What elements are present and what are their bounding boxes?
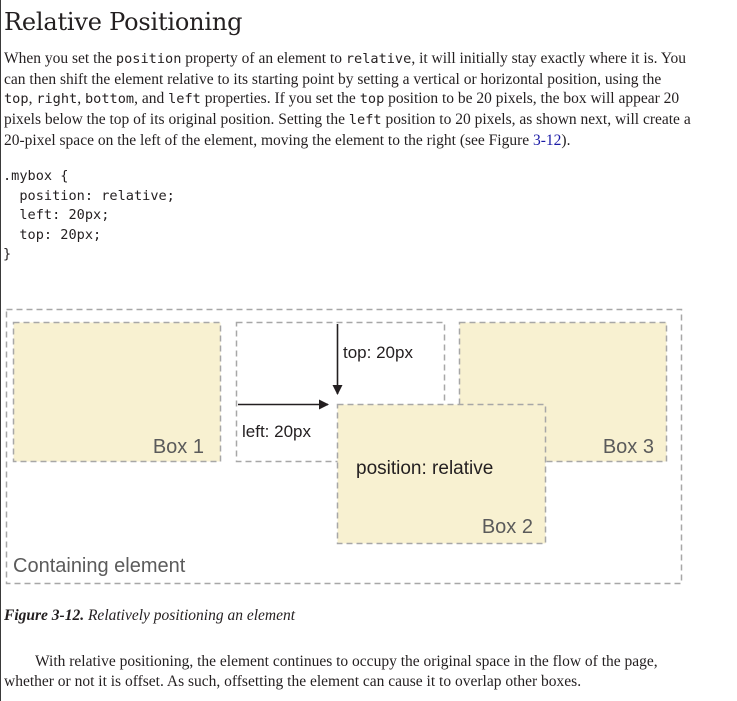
intro-text: position to 20 pixels, as shown next, wi… [381, 111, 691, 129]
box-1-label: Box 1 [153, 436, 204, 458]
box-3-label: Box 3 [603, 436, 654, 458]
figure-caption: Figure 3-12. Relatively positioning an e… [4, 607, 295, 625]
inline-code: top [359, 91, 385, 108]
box-2-label: Box 2 [482, 516, 533, 538]
figure-link[interactable]: 3-12 [533, 132, 561, 149]
inline-code: left [348, 112, 382, 129]
closing-line-1: With relative positioning, the element c… [35, 653, 658, 670]
intro-text: pixels below the top of its original pos… [4, 111, 349, 129]
intro-text: , [77, 90, 85, 108]
inline-code: top [4, 91, 29, 108]
intro-text: property of an element to [181, 50, 346, 67]
left-offset-label: left: 20px [242, 422, 311, 441]
code-line: left: 20px; [3, 207, 110, 224]
intro-line-1: When you set the position property of an… [4, 49, 737, 70]
box-2-position-label: position: relative [356, 458, 493, 479]
intro-text: 20-pixel space on the left of the elemen… [4, 131, 533, 149]
inline-code: position [115, 51, 182, 67]
containing-element-label: Containing element [13, 555, 186, 577]
intro-text: When you set the [4, 50, 116, 67]
section-heading: Relative Positioning [4, 8, 243, 36]
intro-text: position to be 20 pixels, the box will a… [384, 90, 680, 108]
closing-line-2: whether or not it is offset. As such, of… [4, 672, 582, 690]
intro-text: ). [561, 131, 571, 149]
figure-caption-text: Relatively positioning an element [84, 607, 296, 624]
closing-paragraph: With relative positioning, the element c… [4, 652, 737, 691]
positioning-diagram: Box 1 Box 3 position: relative Box 2 top… [5, 308, 683, 585]
code-line: } [3, 246, 12, 263]
intro-line-4: pixels below the top of its original pos… [4, 110, 737, 131]
code-line: top: 20px; [3, 226, 102, 243]
code-line: .mybox { [3, 168, 69, 184]
code-line: position: relative; [3, 187, 175, 204]
intro-paragraph: When you set the position property of an… [4, 49, 737, 151]
code-block: .mybox { position: relative; left: 20px;… [3, 167, 175, 265]
intro-line-5: 20-pixel space on the left of the elemen… [4, 131, 737, 151]
figure-3-12: Box 1 Box 3 position: relative Box 2 top… [0, 305, 737, 590]
intro-text: , and [134, 90, 169, 108]
inline-code: bottom [84, 91, 135, 108]
top-offset-label: top: 20px [343, 343, 413, 362]
inline-code: right [36, 91, 78, 108]
intro-text: , it will initially stay exactly where i… [411, 50, 686, 67]
intro-line-3: top, right, bottom, and left properties.… [4, 89, 737, 110]
intro-line-2: can then shift the element relative to i… [4, 70, 662, 88]
inline-code: left [168, 91, 201, 108]
inline-code: relative [345, 51, 412, 67]
figure-number: Figure 3-12. [4, 607, 85, 624]
intro-text: properties. If you set the [200, 90, 360, 108]
